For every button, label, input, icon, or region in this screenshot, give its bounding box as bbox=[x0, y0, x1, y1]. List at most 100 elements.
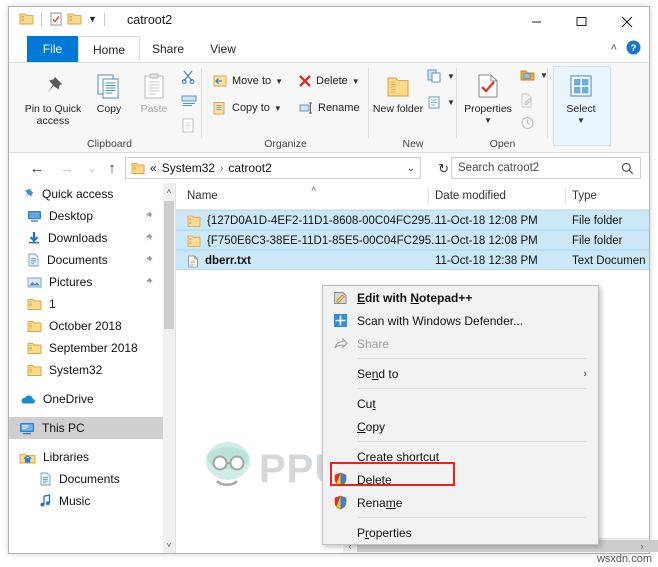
copy-to-button[interactable]: Copy to ▼ bbox=[212, 101, 282, 115]
menu-item-properties[interactable]: Properties bbox=[323, 521, 598, 544]
breadcrumb-overflow[interactable]: « bbox=[150, 161, 157, 175]
sidebar-item-1[interactable]: 1 bbox=[9, 293, 175, 315]
desktop-icon bbox=[27, 209, 42, 223]
pin-icon[interactable] bbox=[143, 211, 153, 222]
folder-icon bbox=[187, 215, 201, 227]
tab-view[interactable]: View bbox=[196, 36, 250, 62]
chevron-down-icon[interactable]: ▼ bbox=[88, 14, 97, 24]
table-row[interactable]: {127D0A1D-4EF2-11D1-8608-00C04FC295... 1… bbox=[176, 210, 649, 230]
sidebar-item-documents[interactable]: Documents bbox=[9, 249, 175, 271]
sidebar-item-documents-library[interactable]: Documents bbox=[9, 468, 175, 490]
select-button[interactable]: Select ▼ bbox=[553, 67, 609, 126]
chevron-down-icon[interactable]: ▼ bbox=[553, 115, 609, 127]
up-button[interactable]: ↑ bbox=[102, 158, 122, 178]
pin-icon[interactable] bbox=[143, 233, 153, 244]
menu-item-scan-with-windows-defender[interactable]: Scan with Windows Defender... bbox=[323, 309, 598, 332]
menu-item-delete[interactable]: Delete bbox=[323, 468, 598, 491]
column-header-date-modified[interactable]: Date modified bbox=[435, 183, 506, 209]
chevron-down-icon[interactable]: ▼ bbox=[447, 98, 455, 107]
column-divider-1[interactable] bbox=[428, 188, 429, 204]
sidebar-item-downloads[interactable]: Downloads bbox=[9, 227, 175, 249]
sidebar-item-desktop[interactable]: Desktop bbox=[9, 205, 175, 227]
search-input[interactable]: Search catroot2 bbox=[458, 162, 621, 174]
history-button[interactable] bbox=[519, 115, 535, 130]
scroll-down-arrow[interactable]: ˅ bbox=[163, 537, 175, 553]
scroll-up-arrow[interactable]: ˄ bbox=[163, 183, 175, 199]
file-date-modified: 11-Oct-18 12:08 PM bbox=[435, 215, 538, 227]
sidebar-item-october-2018[interactable]: October 2018 bbox=[9, 315, 175, 337]
search-box[interactable]: Search catroot2 bbox=[451, 157, 641, 179]
pin-icon[interactable] bbox=[143, 255, 153, 266]
new-folder-icon[interactable] bbox=[67, 12, 82, 26]
sidebar-item-libraries[interactable]: Libraries bbox=[9, 446, 175, 468]
address-dropdown-icon[interactable]: ⌄ bbox=[407, 163, 415, 174]
easy-access-button[interactable]: ▼ bbox=[427, 95, 455, 109]
tab-share[interactable]: Share bbox=[140, 36, 196, 62]
sidebar-label: Music bbox=[59, 494, 91, 508]
pin-to-quick-access-button[interactable]: Pin to Quick access bbox=[21, 67, 85, 127]
nav-pane-scrollbar[interactable]: ˄ ˅ bbox=[163, 183, 175, 553]
forward-button[interactable]: → bbox=[57, 158, 77, 178]
move-to-button[interactable]: Move to ▼ bbox=[212, 74, 283, 88]
maximize-button[interactable] bbox=[559, 7, 604, 36]
sidebar-item-this-pc[interactable]: This PC bbox=[9, 417, 175, 439]
breadcrumb-item-system32[interactable]: System32 bbox=[162, 161, 215, 175]
minimize-button[interactable] bbox=[514, 7, 559, 36]
chevron-down-icon[interactable]: ▼ bbox=[447, 72, 455, 81]
menu-item-send-to[interactable]: Send to › bbox=[323, 362, 598, 385]
chevron-down-icon[interactable]: ▼ bbox=[459, 115, 517, 127]
collapse-ribbon-icon[interactable]: ˄ bbox=[611, 42, 617, 54]
folder-icon[interactable] bbox=[19, 12, 34, 26]
menu-item-copy[interactable]: Copy bbox=[323, 415, 598, 438]
column-header-name[interactable]: Name bbox=[187, 183, 218, 209]
chevron-down-icon[interactable]: ▼ bbox=[352, 77, 360, 86]
breadcrumb-item-catroot2[interactable]: catroot2 bbox=[228, 161, 271, 175]
paste-label: Paste bbox=[140, 103, 168, 115]
recent-locations-button[interactable]: ⌄ bbox=[82, 158, 102, 178]
cut-button[interactable] bbox=[181, 69, 196, 84]
refresh-button[interactable]: ↻ bbox=[438, 161, 449, 177]
sidebar-item-music[interactable]: Music bbox=[9, 490, 175, 512]
sidebar-item-system32[interactable]: System32 bbox=[9, 359, 175, 381]
menu-item-edit-with-notepadpp[interactable]: Edit with Notepad++ bbox=[323, 286, 598, 309]
table-row[interactable]: {F750E6C3-38EE-11D1-85E5-00C04FC295... 1… bbox=[176, 230, 649, 250]
properties-button[interactable]: Properties ▼ bbox=[459, 67, 517, 126]
close-button[interactable] bbox=[604, 7, 649, 36]
chevron-down-icon[interactable]: ▼ bbox=[274, 104, 282, 113]
column-divider-2[interactable] bbox=[565, 188, 566, 204]
folder-icon bbox=[131, 162, 145, 175]
paste-button[interactable]: Paste bbox=[132, 67, 176, 116]
edit-button[interactable] bbox=[519, 93, 534, 108]
menu-item-create-shortcut[interactable]: Create shortcut bbox=[323, 445, 598, 468]
scroll-right-arrow[interactable]: › bbox=[635, 539, 649, 553]
column-header-type[interactable]: Type bbox=[572, 183, 597, 209]
file-name: dberr.txt bbox=[205, 255, 252, 267]
copy-path-button[interactable] bbox=[181, 94, 197, 108]
menu-item-cut[interactable]: Cut bbox=[323, 392, 598, 415]
sidebar-item-quick-access[interactable]: Quick access bbox=[9, 183, 175, 205]
sidebar-item-pictures[interactable]: Pictures bbox=[9, 271, 175, 293]
address-input[interactable]: « System32 › catroot2 ⌄ bbox=[125, 157, 421, 179]
open-button[interactable]: ▼ bbox=[519, 68, 548, 82]
help-icon[interactable]: ? bbox=[626, 40, 641, 55]
new-item-button[interactable]: ▼ bbox=[427, 69, 455, 83]
paste-shortcut-button[interactable] bbox=[181, 117, 195, 133]
tab-home[interactable]: Home bbox=[78, 36, 140, 62]
tab-file[interactable]: File bbox=[27, 36, 78, 62]
pin-icon[interactable] bbox=[143, 277, 153, 288]
new-folder-button[interactable]: New folder bbox=[371, 67, 425, 116]
table-row[interactable]: dberr.txt 11-Oct-18 12:38 PM Text Docume… bbox=[176, 250, 649, 270]
menu-item-rename[interactable]: Rename bbox=[323, 491, 598, 514]
sidebar-item-september-2018[interactable]: September 2018 bbox=[9, 337, 175, 359]
back-button[interactable]: ← bbox=[27, 158, 47, 178]
chevron-right-icon[interactable]: › bbox=[220, 163, 223, 174]
rename-button[interactable]: Rename bbox=[298, 101, 360, 115]
sidebar-item-onedrive[interactable]: OneDrive bbox=[9, 388, 175, 410]
properties-icon[interactable] bbox=[49, 12, 63, 26]
scrollbar-thumb[interactable] bbox=[164, 201, 174, 329]
delete-button[interactable]: Delete ▼ bbox=[298, 74, 360, 88]
copy-button[interactable]: Copy bbox=[87, 67, 131, 116]
chevron-down-icon[interactable]: ▼ bbox=[275, 77, 283, 86]
menu-item-share[interactable]: Share bbox=[323, 332, 598, 355]
